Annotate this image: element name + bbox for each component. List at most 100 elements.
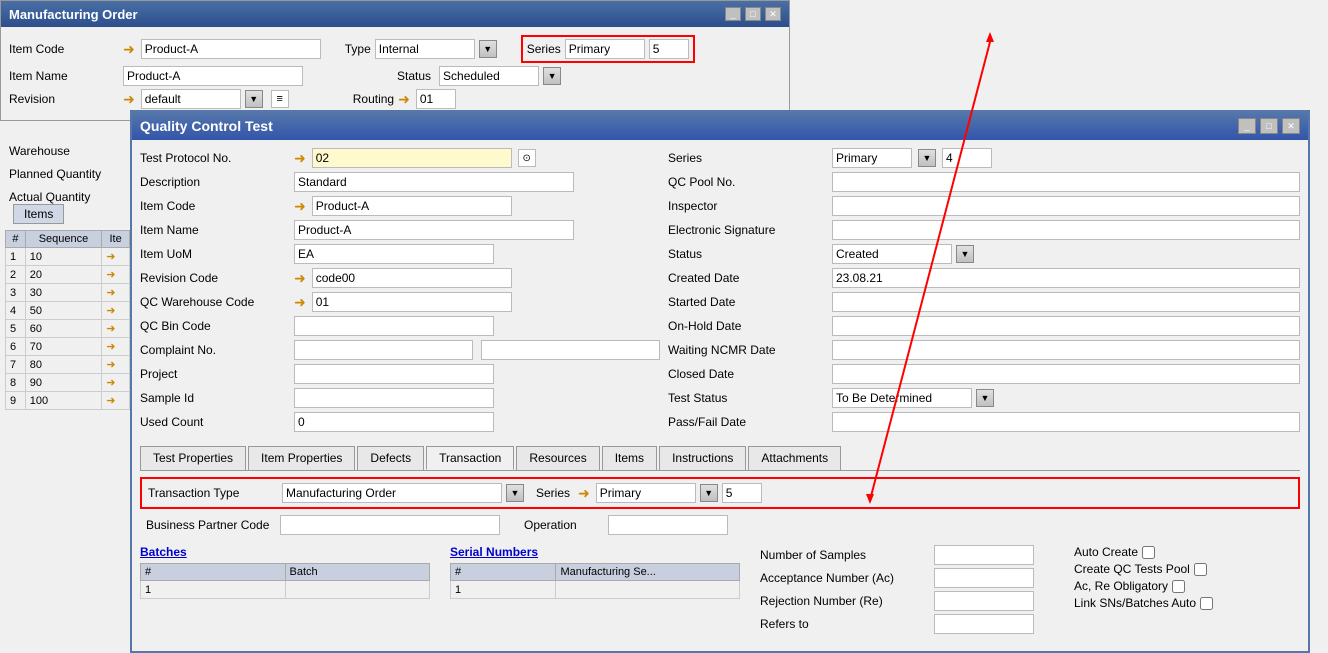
qc-status-label: Status <box>668 247 828 261</box>
qc-item-code-input[interactable] <box>312 196 512 216</box>
bp-input[interactable] <box>280 515 500 535</box>
trans-type-dropdown-icon[interactable]: ▼ <box>506 484 524 502</box>
started-date-input[interactable] <box>832 292 1300 312</box>
test-status-dropdown-icon[interactable]: ▼ <box>976 389 994 407</box>
serial-col-hash: # <box>451 564 556 581</box>
link-sn-row: Link SNs/Batches Auto <box>1074 596 1213 610</box>
routing-input[interactable] <box>416 89 456 109</box>
qc-status-dropdown-icon[interactable]: ▼ <box>956 245 974 263</box>
qc-status-row: Status ▼ <box>668 244 1300 264</box>
status-dropdown-icon[interactable]: ▼ <box>543 67 561 85</box>
item-code-label: Item Code <box>9 42 119 56</box>
qc-close-btn[interactable]: ✕ <box>1282 118 1300 134</box>
items-tab[interactable]: Items <box>13 204 64 224</box>
close-button[interactable]: ✕ <box>765 7 781 21</box>
complaint-input1[interactable] <box>294 340 473 360</box>
revision-code-input[interactable] <box>312 268 512 288</box>
test-protocol-row: Test Protocol No. ➜ ⊙ <box>140 148 660 168</box>
serial-title[interactable]: Serial Numbers <box>450 545 740 559</box>
revision-input[interactable] <box>141 89 241 109</box>
main-window-controls: _ □ ✕ <box>725 7 781 21</box>
created-date-row: Created Date <box>668 268 1300 288</box>
link-sn-checkbox[interactable] <box>1200 597 1213 610</box>
tab-item-properties[interactable]: Item Properties <box>248 446 355 470</box>
test-status-input[interactable] <box>832 388 972 408</box>
type-input[interactable] <box>375 39 475 59</box>
qc-pool-input[interactable] <box>832 172 1300 192</box>
qc-item-name-label: Item Name <box>140 223 290 237</box>
tab-defects[interactable]: Defects <box>357 446 424 470</box>
revision-code-row: Revision Code ➜ <box>140 268 660 288</box>
item-name-input[interactable] <box>123 66 303 86</box>
tab-items[interactable]: Items <box>602 446 657 470</box>
items-row-seq: 70 <box>25 338 101 356</box>
trans-type-input[interactable] <box>282 483 502 503</box>
num-samples-input[interactable] <box>934 545 1034 565</box>
items-col-ite: Ite <box>102 231 130 248</box>
project-input[interactable] <box>294 364 494 384</box>
revision-row: Revision ➜ ▼ ≡ Routing ➜ <box>9 89 781 109</box>
pass-fail-input[interactable] <box>832 412 1300 432</box>
used-count-input[interactable] <box>294 412 494 432</box>
test-protocol-icon[interactable]: ⊙ <box>518 149 536 167</box>
tab-attachments[interactable]: Attachments <box>748 446 841 470</box>
complaint-input2[interactable] <box>481 340 660 360</box>
qc-warehouse-input[interactable] <box>312 292 512 312</box>
qc-item-uom-input[interactable] <box>294 244 494 264</box>
qc-series-value-input[interactable] <box>942 148 992 168</box>
revision-dropdown-icon[interactable]: ▼ <box>245 90 263 108</box>
create-qc-pool-checkbox[interactable] <box>1194 563 1207 576</box>
qc-maximize-btn[interactable]: □ <box>1260 118 1278 134</box>
tab-test-properties[interactable]: Test Properties <box>140 446 246 470</box>
operation-input[interactable] <box>608 515 728 535</box>
qc-series-type-input[interactable] <box>832 148 912 168</box>
qc-series-dropdown-icon[interactable]: ▼ <box>918 149 936 167</box>
qc-status-input[interactable] <box>832 244 952 264</box>
qc-warehouse-row: QC Warehouse Code ➜ <box>140 292 660 312</box>
num-samples-row: Number of Samples <box>760 545 1034 565</box>
refers-input[interactable] <box>934 614 1034 634</box>
tab-instructions[interactable]: Instructions <box>659 446 746 470</box>
qc-item-name-input[interactable] <box>294 220 574 240</box>
status-input[interactable] <box>439 66 539 86</box>
minimize-button[interactable]: _ <box>725 7 741 21</box>
items-col-hash: # <box>6 231 26 248</box>
tab-transaction[interactable]: Transaction <box>426 446 514 470</box>
qc-minimize-btn[interactable]: _ <box>1238 118 1256 134</box>
created-date-input[interactable] <box>832 268 1300 288</box>
inspector-row: Inspector <box>668 196 1300 216</box>
electronic-sig-input[interactable] <box>832 220 1300 240</box>
items-row-seq: 30 <box>25 284 101 302</box>
qc-bin-input[interactable] <box>294 316 494 336</box>
rejection-input[interactable] <box>934 591 1034 611</box>
test-protocol-label: Test Protocol No. <box>140 151 290 165</box>
ac-re-checkbox[interactable] <box>1172 580 1185 593</box>
series-type-input[interactable] <box>565 39 645 59</box>
series-value-input[interactable] <box>649 39 689 59</box>
electronic-sig-label: Electronic Signature <box>668 223 828 237</box>
test-protocol-input[interactable] <box>312 148 512 168</box>
waiting-ncmr-row: Waiting NCMR Date <box>668 340 1300 360</box>
tab-resources[interactable]: Resources <box>516 446 599 470</box>
description-input[interactable] <box>294 172 574 192</box>
onhold-date-input[interactable] <box>832 316 1300 336</box>
acceptance-input[interactable] <box>934 568 1034 588</box>
serial-section: Serial Numbers # Manufacturing Se... 1 <box>450 545 740 637</box>
trans-series-dropdown-icon[interactable]: ▼ <box>700 484 718 502</box>
trans-series-arrow-icon: ➜ <box>578 485 590 502</box>
link-sn-label: Link SNs/Batches Auto <box>1074 596 1196 610</box>
batches-title[interactable]: Batches <box>140 545 430 559</box>
trans-series-type-input[interactable] <box>596 483 696 503</box>
main-title-bar: Manufacturing Order _ □ ✕ <box>1 1 789 27</box>
maximize-button[interactable]: □ <box>745 7 761 21</box>
waiting-ncmr-input[interactable] <box>832 340 1300 360</box>
inspector-input[interactable] <box>832 196 1300 216</box>
auto-create-checkbox[interactable] <box>1142 546 1155 559</box>
closed-date-input[interactable] <box>832 364 1300 384</box>
revision-extra-icon[interactable]: ≡ <box>271 90 289 108</box>
type-dropdown-icon[interactable]: ▼ <box>479 40 497 58</box>
trans-series-value-input[interactable] <box>722 483 762 503</box>
qc-item-uom-label: Item UoM <box>140 247 290 261</box>
sample-id-input[interactable] <box>294 388 494 408</box>
item-code-input[interactable] <box>141 39 321 59</box>
